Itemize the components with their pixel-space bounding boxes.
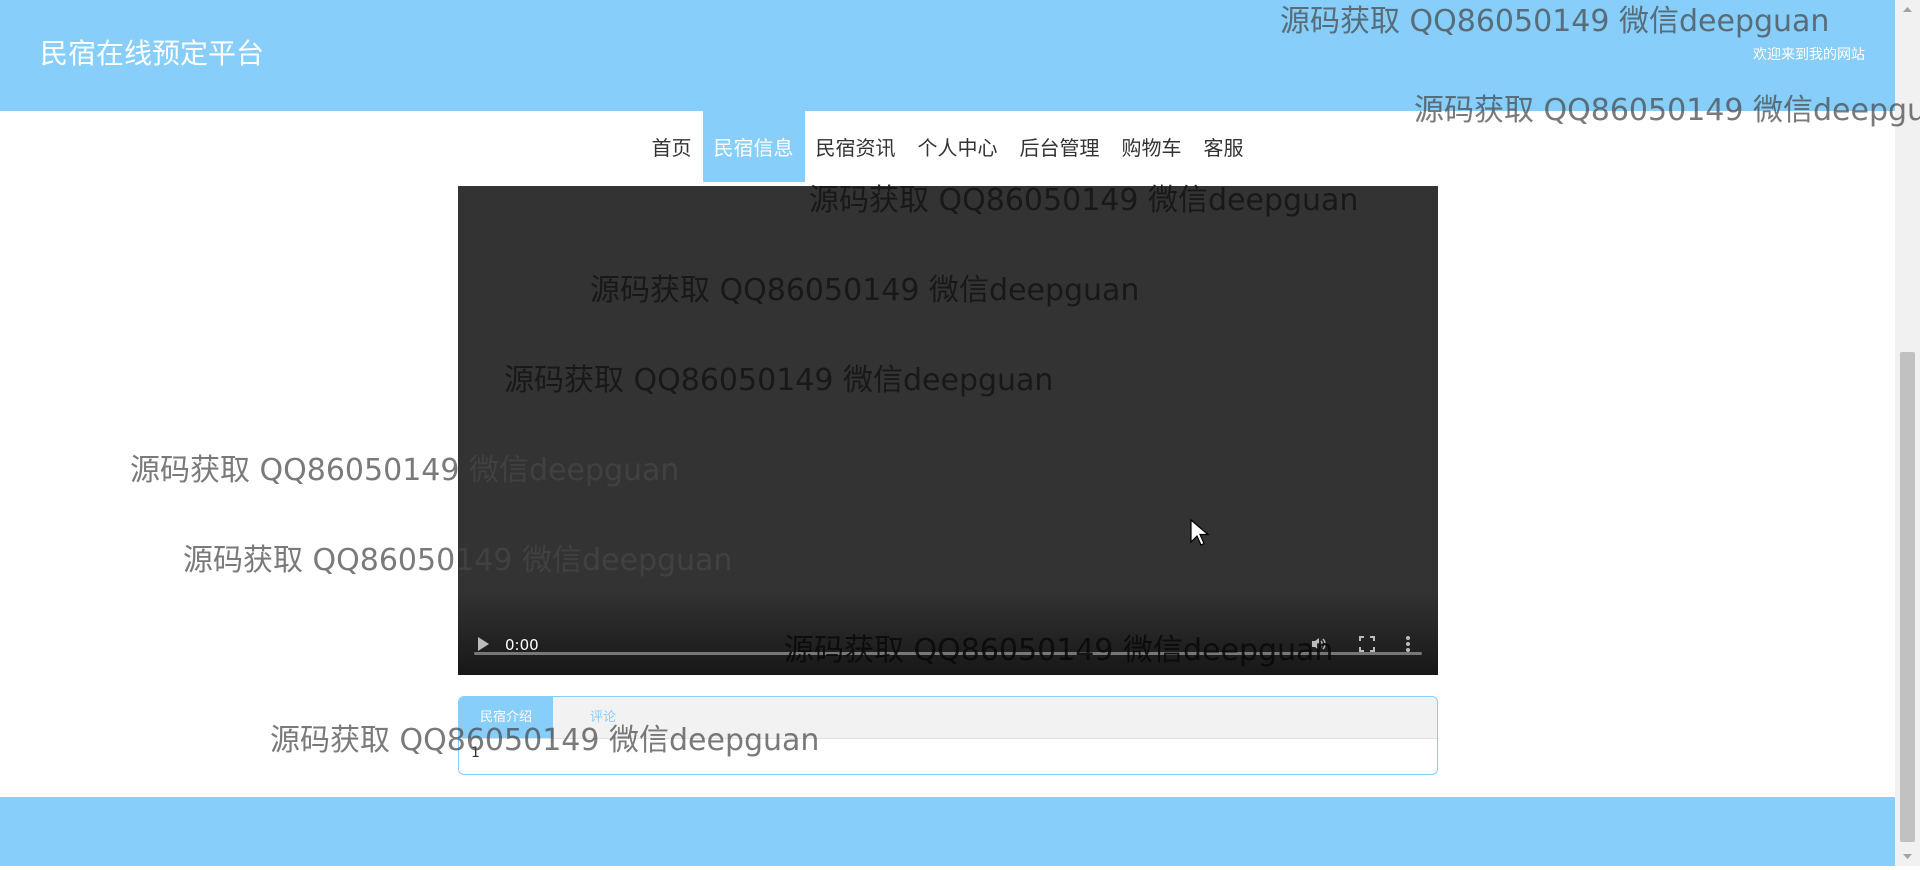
scrollbar-thumb[interactable] <box>1900 352 1915 842</box>
main-nav: 首页 民宿信息 民宿资讯 个人中心 后台管理 购物车 客服 <box>0 111 1895 182</box>
fullscreen-icon[interactable] <box>1358 635 1376 653</box>
page: 民宿在线预定平台 欢迎来到我的网站 首页 民宿信息 民宿资讯 个人中心 后台管理… <box>0 0 1895 866</box>
scroll-down-icon[interactable] <box>1895 846 1920 866</box>
video-controls: 0:00 <box>458 589 1438 675</box>
tab-comments[interactable]: 评论 <box>553 697 653 738</box>
volume-icon[interactable] <box>1310 635 1328 653</box>
site-footer <box>0 797 1895 866</box>
nav-item-personal-center[interactable]: 个人中心 <box>907 111 1009 182</box>
nav-item-homestay-news[interactable]: 民宿资讯 <box>805 111 907 182</box>
nav-item-home[interactable]: 首页 <box>641 111 703 182</box>
tab-homestay-intro[interactable]: 民宿介绍 <box>459 697 553 738</box>
nav-item-admin[interactable]: 后台管理 <box>1009 111 1111 182</box>
nav-item-homestay-info[interactable]: 民宿信息 <box>702 111 805 182</box>
tab-bar: 民宿介绍 评论 <box>459 697 1437 739</box>
nav-item-customer-service[interactable]: 客服 <box>1193 111 1255 182</box>
detail-tabs-panel: 民宿介绍 评论 1 <box>458 696 1438 775</box>
site-header: 民宿在线预定平台 欢迎来到我的网站 <box>0 0 1895 111</box>
nav-item-cart[interactable]: 购物车 <box>1111 111 1193 182</box>
tab-content: 1 <box>471 745 480 761</box>
play-icon[interactable] <box>478 637 489 651</box>
video-progress-bar[interactable] <box>474 652 1422 655</box>
scroll-up-icon[interactable] <box>1895 0 1920 20</box>
site-title[interactable]: 民宿在线预定平台 <box>40 36 264 72</box>
cursor-icon <box>1190 518 1210 553</box>
welcome-text: 欢迎来到我的网站 <box>1753 47 1865 63</box>
video-player[interactable]: 0:00 <box>458 186 1438 675</box>
page-scrollbar[interactable] <box>1895 0 1920 866</box>
